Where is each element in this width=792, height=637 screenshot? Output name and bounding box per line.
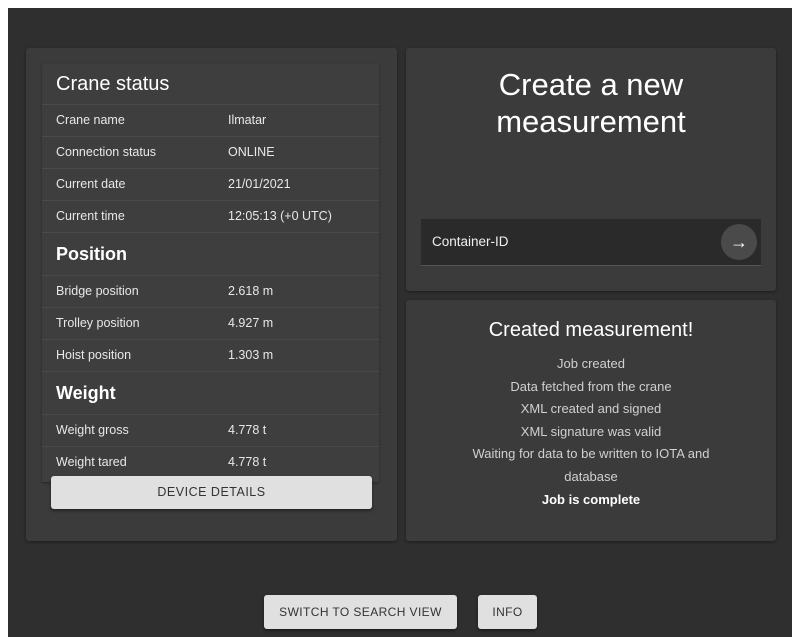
log-line: Data fetched from the crane bbox=[510, 378, 672, 394]
row-label: Connection status bbox=[56, 145, 157, 159]
table-row: Weight gross 4.778 t bbox=[42, 414, 379, 446]
table-row: Weight tared 4.778 t bbox=[42, 446, 379, 478]
position-title: Position bbox=[42, 232, 379, 275]
table-row: Trolley position 4.927 m bbox=[42, 307, 379, 339]
info-button[interactable]: INFO bbox=[478, 595, 537, 629]
result-title: Created measurement! bbox=[488, 319, 694, 341]
row-value: 2.618 m bbox=[228, 284, 274, 298]
row-value: 4.778 t bbox=[228, 455, 267, 469]
log-line: XML signature was valid bbox=[520, 423, 662, 439]
crane-status-table: Crane status Crane name Ilmatar Connecti… bbox=[42, 64, 379, 482]
create-measurement-title: Create a new measurement bbox=[406, 66, 776, 140]
row-value: 1.303 m bbox=[228, 348, 274, 362]
result-log: Job created Data fetched from the crane … bbox=[406, 353, 776, 511]
row-label: Weight tared bbox=[56, 455, 127, 469]
row-value: 4.778 t bbox=[228, 423, 267, 437]
row-label: Trolley position bbox=[56, 316, 140, 330]
log-line: Job created bbox=[557, 356, 625, 371]
title-line: measurement bbox=[496, 104, 686, 139]
row-value: 12:05:13 (+0 UTC) bbox=[228, 209, 332, 223]
container-id-field[interactable]: Container-ID → bbox=[421, 219, 761, 266]
row-value: 21/01/2021 bbox=[228, 177, 291, 191]
create-measurement-panel: Create a new measurement Container-ID → bbox=[406, 48, 776, 291]
table-row: Current date 21/01/2021 bbox=[42, 168, 379, 200]
table-row: Connection status ONLINE bbox=[42, 136, 379, 168]
title-line: Create a new bbox=[498, 67, 684, 102]
log-line: XML created and signed bbox=[520, 401, 662, 417]
row-value: Ilmatar bbox=[228, 113, 267, 127]
table-row: Crane name Ilmatar bbox=[42, 104, 379, 136]
container-id-label: Container-ID bbox=[432, 234, 509, 249]
device-details-button[interactable]: DEVICE DETAILS bbox=[51, 476, 372, 509]
crane-status-panel: Crane status Crane name Ilmatar Connecti… bbox=[26, 48, 397, 541]
row-value: 4.927 m bbox=[228, 316, 274, 330]
table-row: Hoist position 1.303 m bbox=[42, 339, 379, 371]
submit-arrow-button[interactable]: → bbox=[721, 224, 757, 260]
arrow-right-icon: → bbox=[730, 232, 748, 252]
row-label: Bridge position bbox=[56, 284, 139, 298]
weight-title: Weight bbox=[42, 371, 379, 414]
crane-status-title: Crane status bbox=[56, 73, 170, 95]
row-label: Current time bbox=[56, 209, 125, 223]
row-value: ONLINE bbox=[228, 145, 275, 159]
log-line: Waiting for data to be written to IOTA a… bbox=[472, 446, 710, 462]
row-label: Crane name bbox=[56, 113, 125, 127]
row-label: Hoist position bbox=[56, 348, 132, 362]
log-line-complete: Job is complete bbox=[541, 491, 641, 507]
table-row: Current time 12:05:13 (+0 UTC) bbox=[42, 200, 379, 232]
table-row: Bridge position 2.618 m bbox=[42, 275, 379, 307]
created-measurement-panel: Created measurement! Job created Data fe… bbox=[406, 300, 776, 541]
switch-to-search-view-button[interactable]: SWITCH TO SEARCH VIEW bbox=[264, 595, 457, 629]
log-line: database bbox=[564, 468, 618, 484]
row-label: Current date bbox=[56, 177, 126, 191]
row-label: Weight gross bbox=[56, 423, 129, 437]
